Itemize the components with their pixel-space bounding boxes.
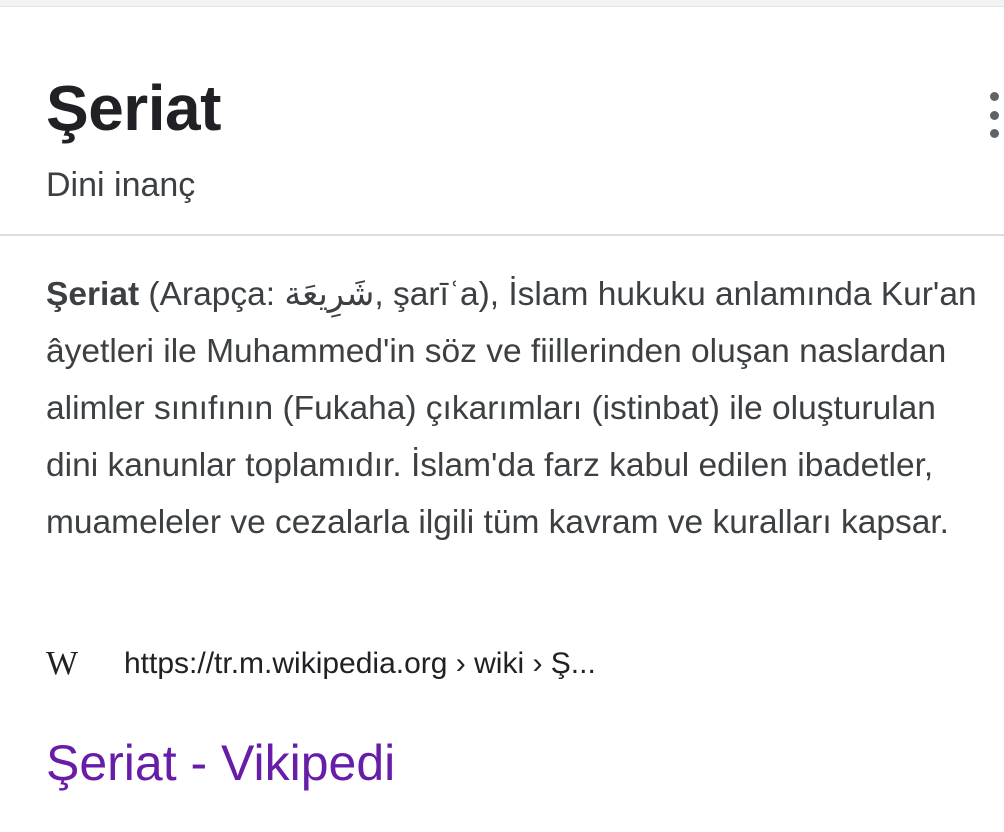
- menu-dot: [989, 110, 999, 120]
- divider: [0, 234, 1004, 236]
- more-vert-icon[interactable]: [982, 92, 1004, 138]
- wikipedia-logo-icon: W: [46, 645, 78, 682]
- description: Şeriat (Arapça: شَرِيعَة, şarīʿa), İslam…: [46, 266, 986, 551]
- description-text: (Arapça: شَرِيعَة, şarīʿa), İslam hukuku…: [46, 276, 977, 541]
- source-url: https://tr.m.wikipedia.org › wiki › Ş...: [124, 647, 596, 680]
- panel-title: Şeriat: [46, 72, 221, 144]
- description-term: Şeriat: [46, 276, 140, 313]
- result-title-link[interactable]: Şeriat - Vikipedi: [46, 730, 395, 796]
- menu-dot: [989, 129, 999, 138]
- source-row[interactable]: W https://tr.m.wikipedia.org › wiki › Ş.…: [46, 642, 596, 686]
- top-bar: [0, 0, 1004, 7]
- menu-dot: [989, 92, 999, 101]
- panel-subtitle: Dini inanç: [46, 166, 196, 204]
